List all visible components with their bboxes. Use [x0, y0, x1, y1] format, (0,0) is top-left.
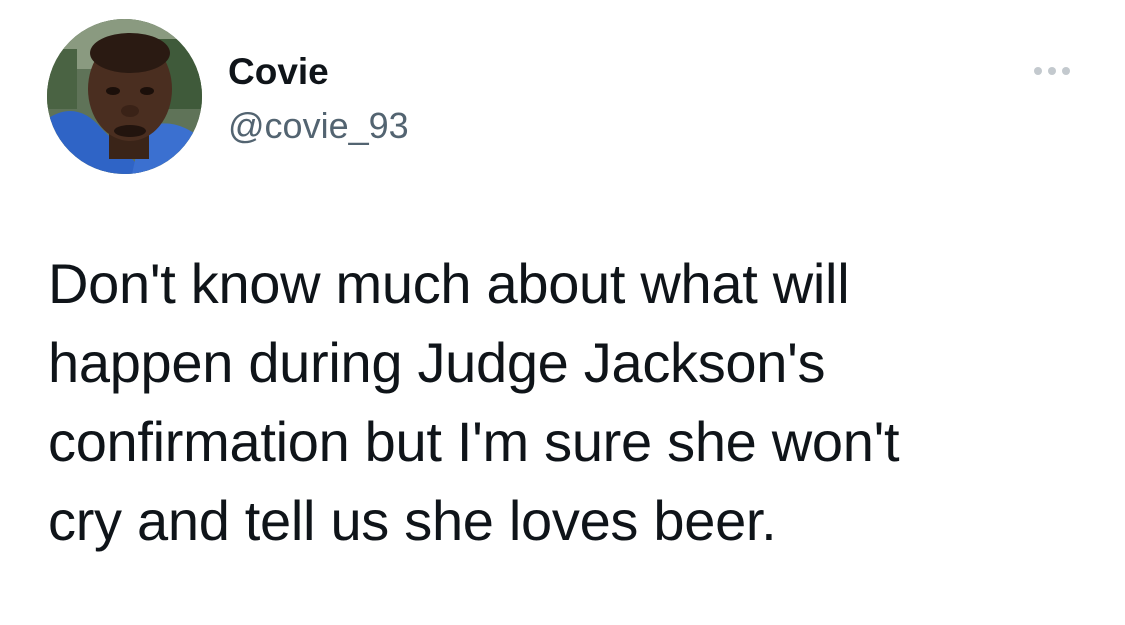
- avatar-photo-icon: [47, 19, 202, 174]
- avatar[interactable]: [47, 19, 202, 174]
- more-horizontal-icon: [1034, 67, 1070, 75]
- tweet-text: Don't know much about what will happen d…: [48, 252, 900, 552]
- author-handle[interactable]: @covie_93: [228, 104, 409, 148]
- author-display-name[interactable]: Covie: [228, 50, 329, 94]
- tweet-card: Covie @covie_93 Don't know much about wh…: [0, 0, 1125, 625]
- more-options-button[interactable]: [1028, 58, 1076, 84]
